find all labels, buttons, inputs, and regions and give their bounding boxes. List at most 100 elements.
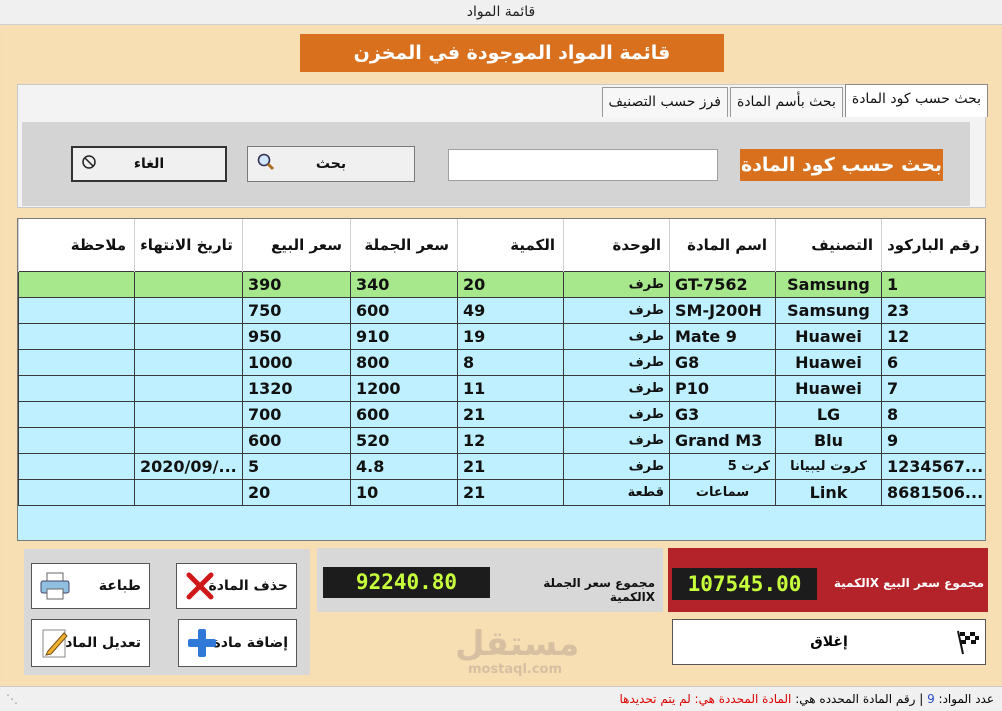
cell-barcode: 8 (881, 400, 985, 428)
cell-note (18, 322, 135, 350)
cell-name: Grand M3 (669, 426, 776, 454)
print-button[interactable]: طباعة (31, 563, 150, 609)
cell-expiry (134, 374, 243, 402)
cell-wholesale: 4.8 (350, 452, 458, 480)
cell-note (18, 452, 135, 480)
cell-qty: 49 (457, 296, 564, 324)
table-row[interactable]: 8 LG G3 طرف 21 600 700 (18, 400, 985, 428)
cell-note (18, 348, 135, 376)
search-icon (256, 152, 276, 176)
column-header[interactable]: ملاحظة (18, 219, 135, 271)
add-item-button[interactable]: إضافة مادة (178, 619, 297, 667)
column-header[interactable]: الوحدة (563, 219, 670, 271)
cell-expiry (134, 478, 243, 506)
cell-expiry (134, 400, 243, 428)
cell-note (18, 296, 135, 324)
cell-name: كرت 5 (669, 452, 776, 480)
status-separator: | (915, 692, 924, 706)
cell-retail: 5 (242, 452, 351, 480)
cell-qty: 21 (457, 478, 564, 506)
column-header[interactable]: اسم المادة (669, 219, 776, 271)
table-row[interactable]: 7 Huawei P10 طرف 11 1200 1320 (18, 374, 985, 402)
column-header[interactable]: رقم الباركود (881, 219, 985, 271)
cell-expiry (134, 426, 243, 454)
cell-note (18, 400, 135, 428)
cell-category: Samsung (775, 296, 882, 324)
cell-retail: 600 (242, 426, 351, 454)
cell-unit: طرف (563, 348, 670, 376)
cell-unit: طرف (563, 296, 670, 324)
column-header[interactable]: تاريخ الانتهاء (134, 219, 243, 271)
delete-item-button[interactable]: حذف المادة (176, 563, 297, 609)
cancel-button-label: الغاء (133, 156, 165, 172)
table-row[interactable]: 9 Blu Grand M3 طرف 12 520 600 (18, 426, 985, 454)
cell-expiry (134, 322, 243, 350)
column-header[interactable]: الكمية (457, 219, 564, 271)
cell-wholesale: 520 (350, 426, 458, 454)
retail-total-label: مجموع سعر البيع Xالكمية (833, 576, 984, 590)
table-row[interactable]: 12 Huawei Mate 9 طرف 19 910 950 (18, 322, 985, 350)
cell-barcode: 7 (881, 374, 985, 402)
plus-icon (185, 626, 219, 660)
page-title: قائمة المواد الموجودة في المخزن (300, 34, 724, 72)
cell-category: Blu (775, 426, 882, 454)
cell-unit: طرف (563, 322, 670, 350)
tab-search-by-name[interactable]: بحث بأسم المادة (729, 87, 843, 117)
search-button[interactable]: بحث (247, 146, 415, 182)
cell-name: GT-7562 (669, 270, 776, 298)
cell-retail: 1320 (242, 374, 351, 402)
table-header: رقم الباركود التصنيف اسم المادة الوحدة ا… (18, 219, 985, 271)
column-header[interactable]: سعر الجملة (350, 219, 458, 271)
close-button-label: إغلاق (810, 634, 848, 650)
delete-icon (183, 569, 217, 603)
table-row[interactable]: 1 Samsung GT-7562 طرف 20 340 390 (18, 270, 985, 298)
selected-item-label: رقم المادة المحدده هي: (795, 692, 916, 706)
table-row[interactable]: 8681506... Link سماعات قطعة 21 10 20 (18, 478, 985, 506)
cell-unit: قطعة (563, 478, 670, 506)
cell-category: Huawei (775, 374, 882, 402)
table-row[interactable]: 1234567... كروت ليبيانا كرت 5 طرف 21 4.8… (18, 452, 985, 480)
add-item-label: إضافة مادة (212, 635, 289, 651)
selected-item-text: المادة المحددة هي: لم يتم تحديدها (619, 692, 792, 706)
cell-retail: 20 (242, 478, 351, 506)
cell-note (18, 374, 135, 402)
cell-category: Link (775, 478, 882, 506)
tab-search-by-code[interactable]: بحث حسب كود المادة (844, 84, 988, 117)
items-table[interactable]: رقم الباركود التصنيف اسم المادة الوحدة ا… (17, 218, 986, 541)
cell-category: Samsung (775, 270, 882, 298)
table-row[interactable]: 23 Samsung SM-J200H طرف 49 600 750 (18, 296, 985, 324)
cell-name: Mate 9 (669, 322, 776, 350)
close-button[interactable]: إغلاق (672, 619, 986, 665)
table-row[interactable]: 6 Huawei G8 طرف 8 800 1000 (18, 348, 985, 376)
column-header[interactable]: سعر البيع (242, 219, 351, 271)
cell-qty: 12 (457, 426, 564, 454)
wholesale-total-label: مجموع سعر الجملة Xالكمية (543, 576, 655, 604)
cell-retail: 950 (242, 322, 351, 350)
cell-barcode: 23 (881, 296, 985, 324)
cell-name: P10 (669, 374, 776, 402)
cell-retail: 390 (242, 270, 351, 298)
cell-unit: طرف (563, 374, 670, 402)
cancel-icon (81, 154, 97, 174)
cell-barcode: 12 (881, 322, 985, 350)
search-label: بحث حسب كود المادة (740, 149, 943, 181)
watermark: مستقل mostaql.com (455, 624, 580, 677)
cell-wholesale: 600 (350, 400, 458, 428)
tab-sort-by-category[interactable]: فرز حسب التصنيف (601, 87, 728, 117)
cell-expiry: 2020/09/... (134, 452, 243, 480)
cell-unit: طرف (563, 452, 670, 480)
edit-icon (38, 626, 72, 660)
cell-note (18, 426, 135, 454)
checkered-flag-icon (955, 629, 981, 659)
cell-qty: 8 (457, 348, 564, 376)
edit-item-button[interactable]: تعديل المادة (31, 619, 150, 667)
column-header[interactable]: التصنيف (775, 219, 882, 271)
cell-name: SM-J200H (669, 296, 776, 324)
cell-unit: طرف (563, 426, 670, 454)
cell-category: كروت ليبيانا (775, 452, 882, 480)
cancel-button[interactable]: الغاء (71, 146, 227, 182)
cell-expiry (134, 348, 243, 376)
search-input[interactable] (448, 149, 718, 181)
watermark-logo-text: مستقل (455, 624, 580, 664)
retail-total-value: 107545.00 (672, 568, 817, 600)
